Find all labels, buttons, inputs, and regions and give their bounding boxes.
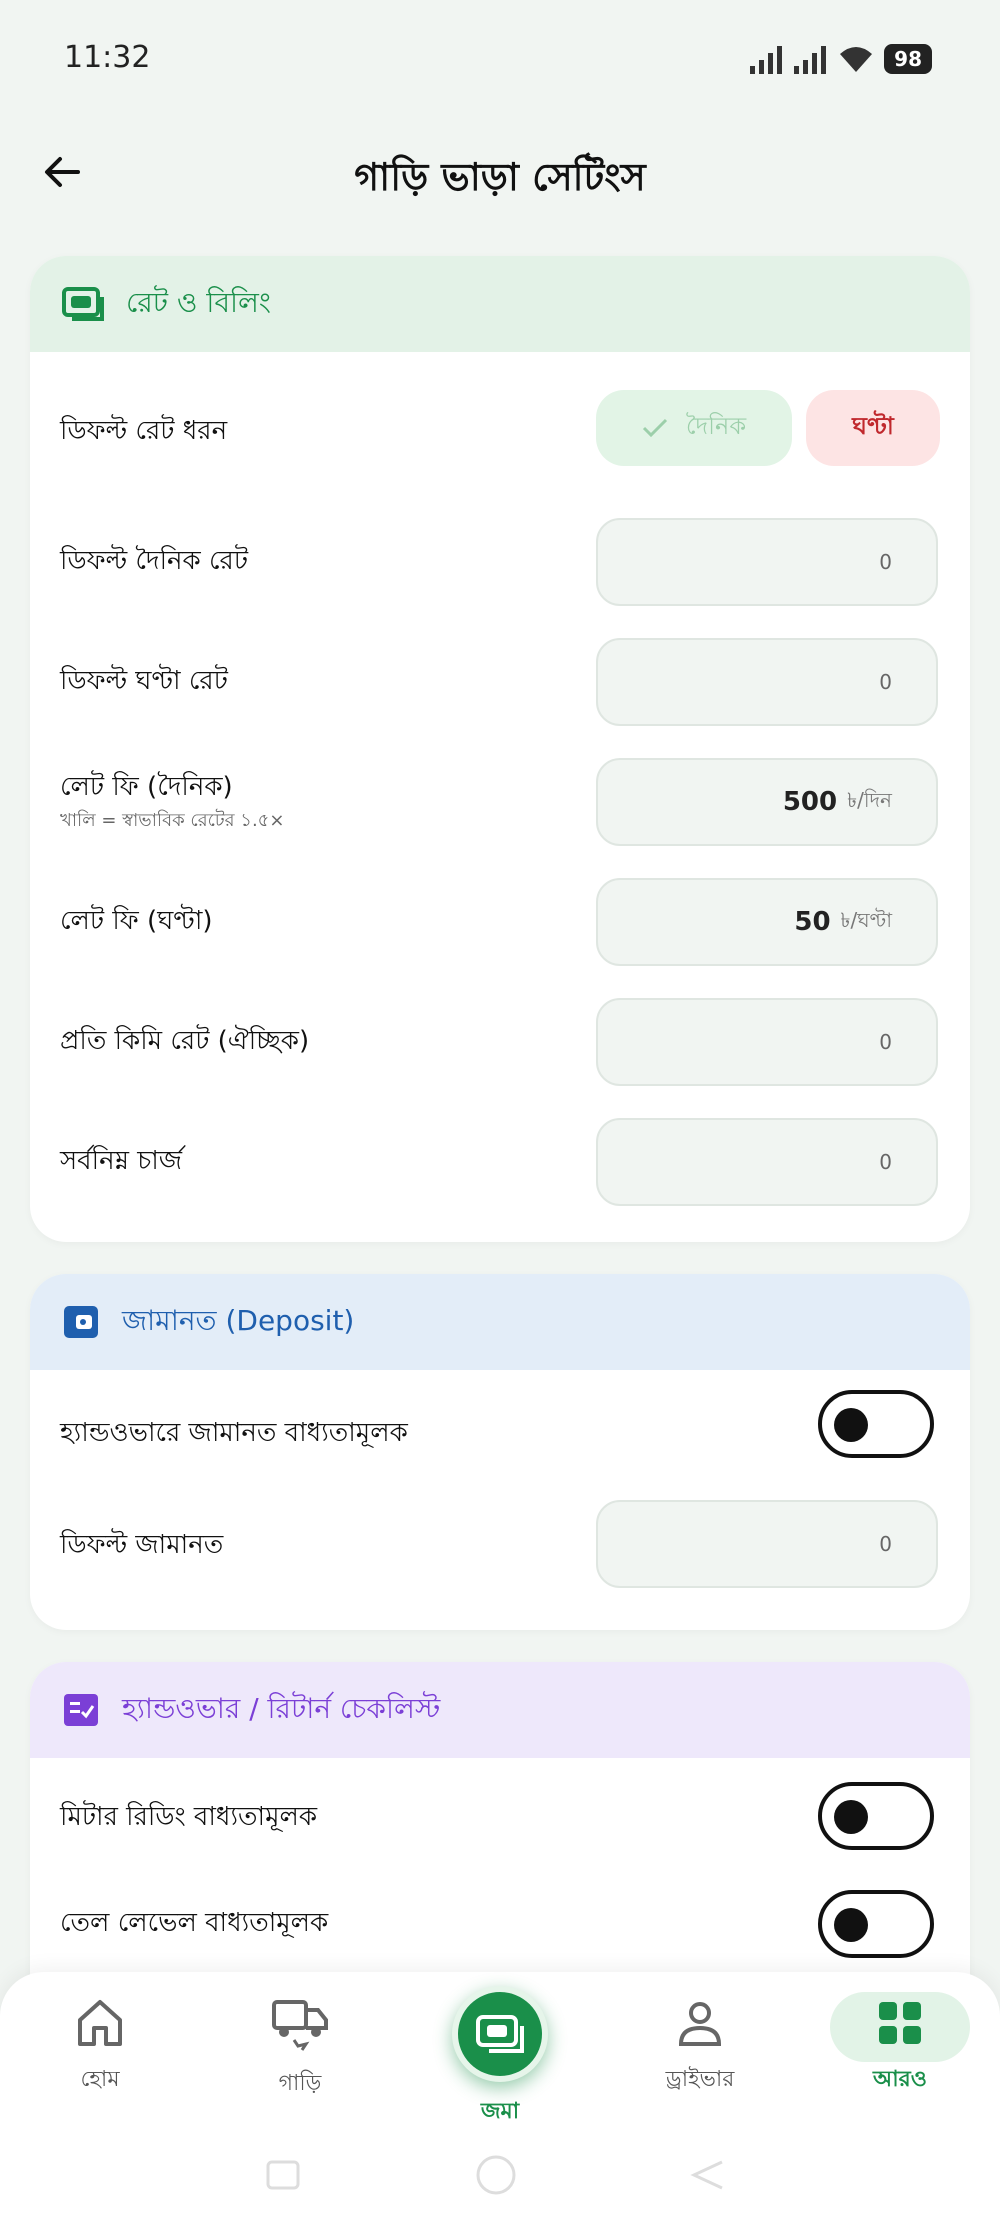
toggle-knob (834, 1908, 868, 1942)
deposit-required-toggle[interactable] (818, 1390, 934, 1458)
toggle-knob (834, 1408, 868, 1442)
checklist-icon (64, 1694, 98, 1726)
per-km-rate-row: প্রতি কিমি রেট (ঐচ্ছিক) 0 (30, 982, 970, 1102)
truck-icon (272, 2000, 328, 2051)
status-icons: 98 (750, 44, 932, 74)
default-daily-rate-placeholder: 0 (879, 550, 892, 574)
page-title: গাড়ি ভাড়া সেটিংস (354, 155, 646, 199)
default-deposit-label: ডিফল্ট জামানত (60, 1530, 224, 1560)
fuel-level-toggle[interactable] (818, 1890, 934, 1958)
nav-deposit-label: জমা (480, 2099, 520, 2124)
late-fee-daily-label: লেট ফি (দৈনিক) (60, 772, 233, 802)
deposit-required-label: হ্যান্ডওভারে জামানত বাধ্যতামূলক (60, 1418, 408, 1448)
daily-rate-option[interactable]: দৈনিক (596, 390, 792, 466)
money-icon (476, 2015, 524, 2053)
fuel-level-row: তেল লেভেল বাধ্যতামূলক (30, 1862, 970, 1966)
wifi-icon (840, 47, 873, 72)
default-hourly-rate-label: ডিফল্ট ঘণ্টা রেট (60, 666, 228, 696)
default-deposit-input[interactable]: 0 (596, 1500, 938, 1588)
late-fee-hourly-unit: ৳/ঘণ্টা (840, 907, 892, 932)
late-fee-hourly-input[interactable]: 50 ৳/ঘণ্টা (596, 878, 938, 966)
nav-more[interactable]: আরও (830, 1998, 970, 2099)
late-fee-daily-value: 500 (782, 787, 838, 817)
nav-driver-label: ড্রাইভার (665, 2067, 735, 2092)
deposit-card: জামানত (Deposit) হ্যান্ডওভারে জামানত বাধ… (30, 1274, 970, 1630)
min-charge-label: সর্বনিম্ন চার্জ (60, 1146, 183, 1176)
meter-reading-row: মিটার রিডিং বাধ্যতামূলক (30, 1758, 970, 1862)
signal-icon-2 (794, 46, 827, 74)
rate-type-label: ডিফল্ট রেট ধরন (60, 416, 228, 446)
home-icon (78, 2000, 122, 2046)
per-km-rate-placeholder: 0 (879, 1030, 892, 1054)
nav-home-label: হোম (80, 2067, 120, 2092)
hourly-rate-option-label: ঘণ্টা (852, 412, 894, 440)
nav-vehicle[interactable]: গাড়ি (230, 1998, 370, 2103)
late-fee-daily-hint: খালি = স্বাভাবিক রেটের ১.৫× (60, 810, 285, 831)
fuel-level-label: তেল লেভেল বাধ্যতামূলক (60, 1908, 329, 1938)
late-fee-hourly-row: লেট ফি (ঘণ্টা) 50 ৳/ঘণ্টা (30, 862, 970, 982)
nav-driver[interactable]: ড্রাইভার (630, 1998, 770, 2099)
default-daily-rate-row: ডিফল্ট দৈনিক রেট 0 (30, 502, 970, 622)
default-hourly-rate-input[interactable]: 0 (596, 638, 938, 726)
system-nav-bar (0, 2150, 1000, 2200)
min-charge-row: সর্বনিম্ন চার্জ 0 (30, 1102, 970, 1222)
deposit-header-label: জামানত (Deposit) (122, 1303, 355, 1337)
app-bar: গাড়ি ভাড়া সেটিংস (0, 130, 1000, 220)
meter-reading-label: মিটার রিডিং বাধ্যতামূলক (60, 1802, 318, 1832)
late-fee-daily-input[interactable]: 500 ৳/দিন (596, 758, 938, 846)
nav-vehicle-label: গাড়ি (278, 2071, 322, 2096)
default-deposit-placeholder: 0 (879, 1532, 892, 1556)
min-charge-input[interactable]: 0 (596, 1118, 938, 1206)
late-fee-hourly-label: লেট ফি (ঘণ্টা) (60, 906, 213, 936)
default-daily-rate-label: ডিফল্ট দৈনিক রেট (60, 546, 249, 576)
default-hourly-rate-placeholder: 0 (879, 670, 892, 694)
grid-icon (879, 2002, 921, 2044)
late-fee-hourly-value: 50 (794, 907, 831, 937)
daily-rate-option-label: দৈনিক (685, 412, 747, 440)
nav-more-label: আরও (873, 2067, 927, 2092)
battery-indicator: 98 (884, 44, 932, 74)
billing-header-label: রেট ও বিলিং (126, 285, 271, 319)
toggle-knob (834, 1800, 868, 1834)
hourly-rate-option[interactable]: ঘণ্টা (806, 390, 940, 466)
check-icon (642, 418, 667, 438)
nav-deposit-button[interactable] (452, 1986, 548, 2082)
checklist-header-label: হ্যান্ডওভার / রিটার্ন চেকলিস্ট (122, 1691, 441, 1725)
billing-card: রেট ও বিলিং ডিফল্ট রেট ধরন দৈনিক ঘণ্টা ড… (30, 256, 970, 1242)
status-bar: 11:32 98 (0, 0, 1000, 120)
checklist-header: হ্যান্ডওভার / রিটার্ন চেকলিস্ট (30, 1662, 970, 1758)
late-fee-daily-row: লেট ফি (দৈনিক) খালি = স্বাভাবিক রেটের ১.… (30, 742, 970, 862)
per-km-rate-input[interactable]: 0 (596, 998, 938, 1086)
meter-reading-toggle[interactable] (818, 1782, 934, 1850)
min-charge-placeholder: 0 (879, 1150, 892, 1174)
late-fee-daily-unit: ৳/দিন (847, 787, 892, 812)
system-nav-icons (266, 2155, 723, 2195)
rate-type-row: ডিফল্ট রেট ধরন দৈনিক ঘণ্টা (30, 352, 970, 502)
default-deposit-row: ডিফল্ট জামানত 0 (30, 1490, 970, 1610)
deposit-header: জামানত (Deposit) (30, 1274, 970, 1370)
nav-home[interactable]: হোম (30, 1998, 170, 2099)
per-km-rate-label: প্রতি কিমি রেট (ঐচ্ছিক) (60, 1026, 310, 1056)
wallet-icon (64, 1306, 98, 1338)
billing-header: রেট ও বিলিং (30, 256, 970, 352)
default-daily-rate-input[interactable]: 0 (596, 518, 938, 606)
status-time: 11:32 (64, 40, 151, 75)
signal-icon (750, 46, 783, 74)
deposit-required-row: হ্যান্ডওভারে জামানত বাধ্যতামূলক (30, 1370, 970, 1490)
money-icon (62, 287, 104, 321)
person-icon (678, 2002, 722, 2046)
default-hourly-rate-row: ডিফল্ট ঘণ্টা রেট 0 (30, 622, 970, 742)
